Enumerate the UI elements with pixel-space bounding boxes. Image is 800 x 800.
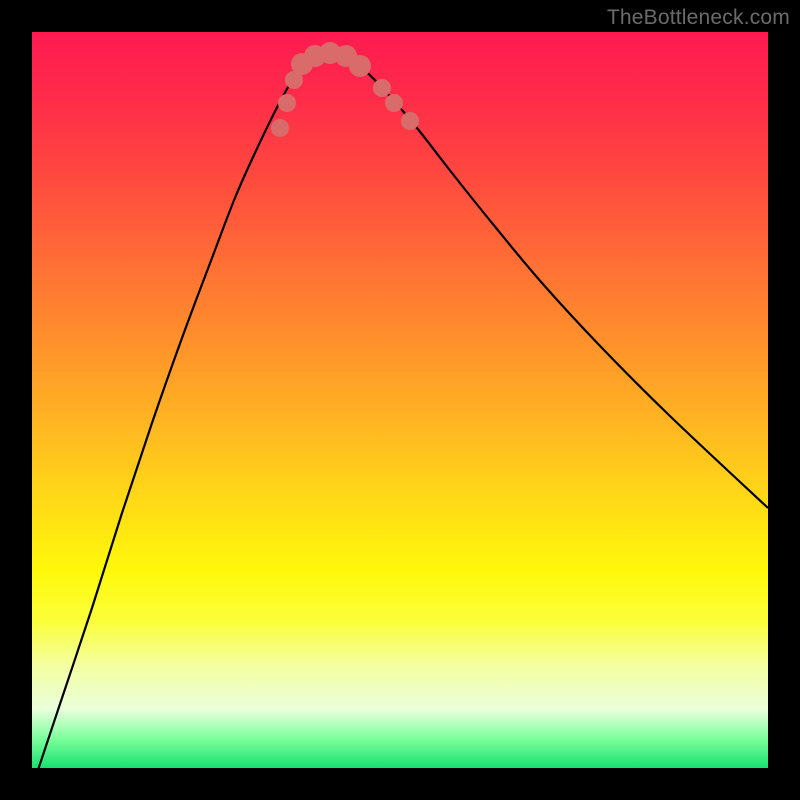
curve-marker bbox=[401, 112, 419, 130]
watermark-text: TheBottleneck.com bbox=[607, 6, 790, 30]
curve-marker bbox=[271, 119, 289, 137]
curve-marker bbox=[278, 94, 296, 112]
plot-area bbox=[32, 32, 768, 768]
curve-marker bbox=[349, 55, 371, 77]
curve-marker bbox=[385, 94, 403, 112]
chart-frame: TheBottleneck.com bbox=[0, 0, 800, 800]
markers-group bbox=[271, 42, 419, 137]
bottleneck-curve-path bbox=[32, 53, 768, 768]
curve-layer bbox=[32, 32, 768, 768]
curve-marker bbox=[373, 79, 391, 97]
